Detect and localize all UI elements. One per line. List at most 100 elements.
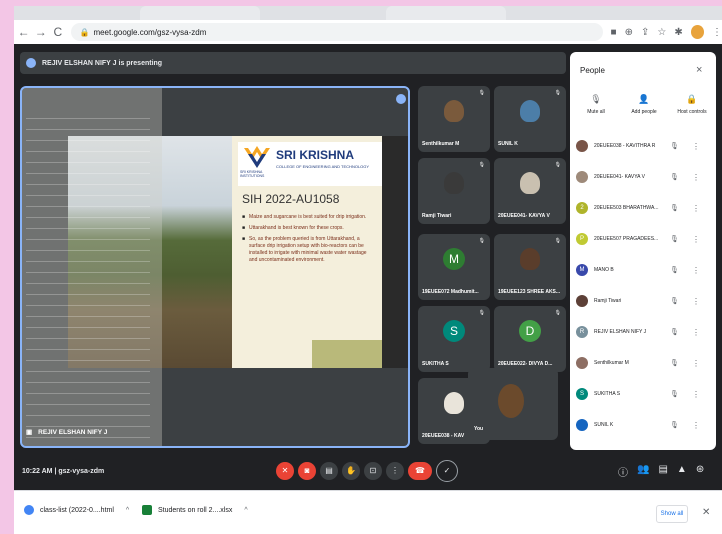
participant-row[interactable]: R REJIV ELSHAN NIFY J 🎙 ⋮ bbox=[576, 322, 710, 342]
host-controls-button[interactable]: 🔒 Host controls bbox=[670, 94, 714, 115]
participant-row[interactable]: 20EUEE041- KAVYA V 🎙 ⋮ bbox=[576, 167, 710, 187]
overlay-row bbox=[26, 319, 150, 328]
present-icon[interactable]: ⊡ bbox=[364, 462, 382, 480]
mic-muted-icon[interactable]: 🎙 bbox=[670, 359, 682, 367]
participant-row[interactable]: 20EUEE038 - KAVITHRA R 🎙 ⋮ bbox=[576, 136, 710, 156]
mic-muted-icon[interactable]: 🎙 bbox=[670, 173, 682, 181]
profile-avatar[interactable] bbox=[690, 25, 704, 39]
participant-row[interactable]: M MANO B 🎙 ⋮ bbox=[576, 260, 710, 280]
participant-tile[interactable]: 🎙 M 19EUEE072 Madhumit... bbox=[418, 234, 490, 300]
share-icon[interactable]: ⇪ bbox=[641, 27, 649, 38]
participant-tile[interactable]: 🎙 SUNIL K bbox=[494, 86, 566, 152]
sheet-file-icon bbox=[142, 505, 152, 515]
more-options-icon[interactable]: ⋮ bbox=[692, 204, 700, 213]
participant-tile[interactable]: 🎙 Senthilkumar M bbox=[418, 86, 490, 152]
slide-bullets: Maize and sugarcane is best suited for d… bbox=[242, 214, 376, 268]
back-icon[interactable]: ← bbox=[16, 25, 31, 39]
more-options-icon[interactable]: ⋮ bbox=[692, 266, 700, 275]
self-view-tile[interactable]: You bbox=[468, 368, 558, 440]
overlay-row bbox=[26, 264, 150, 273]
mic-muted-icon[interactable]: 🎙 bbox=[670, 142, 682, 150]
presentation-tile[interactable]: SRI KRISHNA COLLEGE OF ENGINEERING AND T… bbox=[20, 86, 410, 448]
info-icon[interactable]: ⓘ bbox=[618, 464, 628, 479]
more-options-icon[interactable]: ⋮ bbox=[692, 142, 700, 151]
host-lock-icon[interactable]: ⊛ bbox=[696, 464, 704, 479]
close-icon[interactable]: ✕ bbox=[702, 507, 710, 518]
browser-tab[interactable] bbox=[140, 6, 260, 20]
chat-icon[interactable]: ▤ bbox=[658, 464, 667, 479]
menu-icon[interactable]: ⋮ bbox=[712, 27, 722, 38]
add-people-label: Add people bbox=[631, 109, 657, 115]
more-options-icon[interactable]: ⋮ bbox=[692, 359, 700, 368]
mute-all-label: Mute all bbox=[587, 109, 605, 115]
host-controls-icon: 🔒 bbox=[686, 94, 698, 104]
participant-row[interactable]: P 20EUEE507 PRAGADEES... 🎙 ⋮ bbox=[576, 229, 710, 249]
end-call-icon[interactable]: ☎ bbox=[408, 462, 432, 480]
avatar bbox=[576, 171, 588, 183]
add-people-button[interactable]: 👤 Add people bbox=[622, 94, 666, 115]
participant-row[interactable]: Ramji Tiwari 🎙 ⋮ bbox=[576, 291, 710, 311]
extensions-icon[interactable]: ✱ bbox=[674, 27, 682, 38]
overlay-row bbox=[26, 374, 150, 383]
more-options-icon[interactable]: ⋮ bbox=[692, 390, 700, 399]
address-bar[interactable]: 🔒 meet.google.com/gsz-vysa-zdm bbox=[71, 23, 603, 41]
participant-tile[interactable]: 🎙 S SUKITHA S bbox=[418, 306, 490, 372]
presenter-label: ▣ REJIV ELSHAN NIFY J bbox=[26, 428, 107, 437]
mic-muted-icon[interactable]: 🎙 bbox=[670, 297, 682, 305]
participant-row[interactable]: SUNIL K 🎙 ⋮ bbox=[576, 415, 710, 435]
camera-icon[interactable]: ■ bbox=[611, 27, 617, 38]
meeting-info: 10:22 AM | gsz-vysa-zdm bbox=[22, 468, 104, 475]
slide-title: SIH 2022-AU1058 bbox=[242, 192, 340, 206]
slide-content: SRI KRISHNA COLLEGE OF ENGINEERING AND T… bbox=[232, 136, 382, 368]
mic-muted-icon[interactable]: 🎙 bbox=[670, 390, 682, 398]
people-icon[interactable]: 👥 bbox=[637, 464, 649, 479]
chevron-up-icon[interactable]: ^ bbox=[126, 507, 129, 514]
chevron-up-icon[interactable]: ^ bbox=[244, 507, 247, 514]
browser-tab[interactable] bbox=[386, 6, 506, 20]
bookmark-star-icon[interactable]: ☆ bbox=[657, 27, 666, 38]
activities-icon[interactable]: ▲ bbox=[677, 464, 687, 479]
mic-muted-icon[interactable]: 🎙 bbox=[670, 266, 682, 274]
mic-muted-icon[interactable]: 🎙 bbox=[670, 421, 682, 429]
more-options-icon[interactable]: ⋮ bbox=[692, 328, 700, 337]
pin-icon[interactable]: ▣ bbox=[26, 428, 32, 436]
participant-row[interactable]: S SUKITHA S 🎙 ⋮ bbox=[576, 384, 710, 404]
close-icon[interactable]: × bbox=[696, 64, 702, 76]
participant-tile[interactable]: 🎙 D 20EUEE022- DIVYA D... bbox=[494, 306, 566, 372]
captions-icon[interactable]: ▤ bbox=[320, 462, 338, 480]
participant-avatar: M bbox=[443, 248, 465, 270]
download-item[interactable]: Students on roll 2....xlsx ^ bbox=[142, 505, 248, 515]
participant-name: 20EUEE507 PRAGADEES... bbox=[594, 236, 659, 242]
mic-muted-icon: 🎙 bbox=[478, 238, 485, 244]
mic-muted-icon[interactable]: 🎙 bbox=[670, 235, 682, 243]
mute-all-icon: 🎙 bbox=[590, 94, 602, 104]
participant-tile[interactable]: 🎙 19EUEE123 SHREE AKS... bbox=[494, 234, 566, 300]
more-options-icon[interactable]: ⋮ bbox=[692, 235, 700, 244]
overlay-row bbox=[26, 275, 150, 284]
more-options-icon[interactable]: ⋮ bbox=[692, 173, 700, 182]
mute-all-button[interactable]: 🎙 Mute all bbox=[574, 94, 618, 115]
college-logo: SRI KRISHNA COLLEGE OF ENGINEERING AND T… bbox=[238, 142, 382, 186]
action-circle-icon[interactable]: ✓ bbox=[436, 460, 458, 482]
participant-tile[interactable]: 🎙 20EUEE041- KAVYA V bbox=[494, 158, 566, 224]
side-controls: ⓘ 👥 ▤ ▲ ⊛ bbox=[618, 464, 704, 479]
forward-icon[interactable]: → bbox=[33, 25, 48, 39]
mic-muted-icon[interactable]: 🎙 bbox=[670, 328, 682, 336]
more-options-icon[interactable]: ⋮ bbox=[692, 421, 700, 430]
camera-off-icon[interactable]: ◙ bbox=[298, 462, 316, 480]
download-item[interactable]: class-list (2022-0....html ^ bbox=[24, 505, 129, 515]
participant-row[interactable]: 2 20EUEE503 BHARATHWA... 🎙 ⋮ bbox=[576, 198, 710, 218]
raise-hand-icon[interactable]: ✋ bbox=[342, 462, 360, 480]
participant-name: SUNIL K bbox=[498, 141, 518, 147]
show-all-button[interactable]: Show all bbox=[656, 505, 688, 523]
zoom-icon[interactable]: ⊕ bbox=[625, 27, 633, 38]
mic-muted-icon[interactable]: 🎙 bbox=[670, 204, 682, 212]
participant-tile[interactable]: 🎙 Ramji Tiwari bbox=[418, 158, 490, 224]
reload-icon[interactable]: C bbox=[50, 25, 65, 39]
mic-off-icon[interactable]: ✕ bbox=[276, 462, 294, 480]
people-actions: 🎙 Mute all 👤 Add people 🔒 Host controls bbox=[574, 94, 714, 115]
more-options-icon[interactable]: ⋮ bbox=[386, 462, 404, 480]
participant-row[interactable]: Senthilkumar M 🎙 ⋮ bbox=[576, 353, 710, 373]
more-options-icon[interactable]: ⋮ bbox=[692, 297, 700, 306]
mic-muted-icon: 🎙 bbox=[554, 310, 561, 316]
